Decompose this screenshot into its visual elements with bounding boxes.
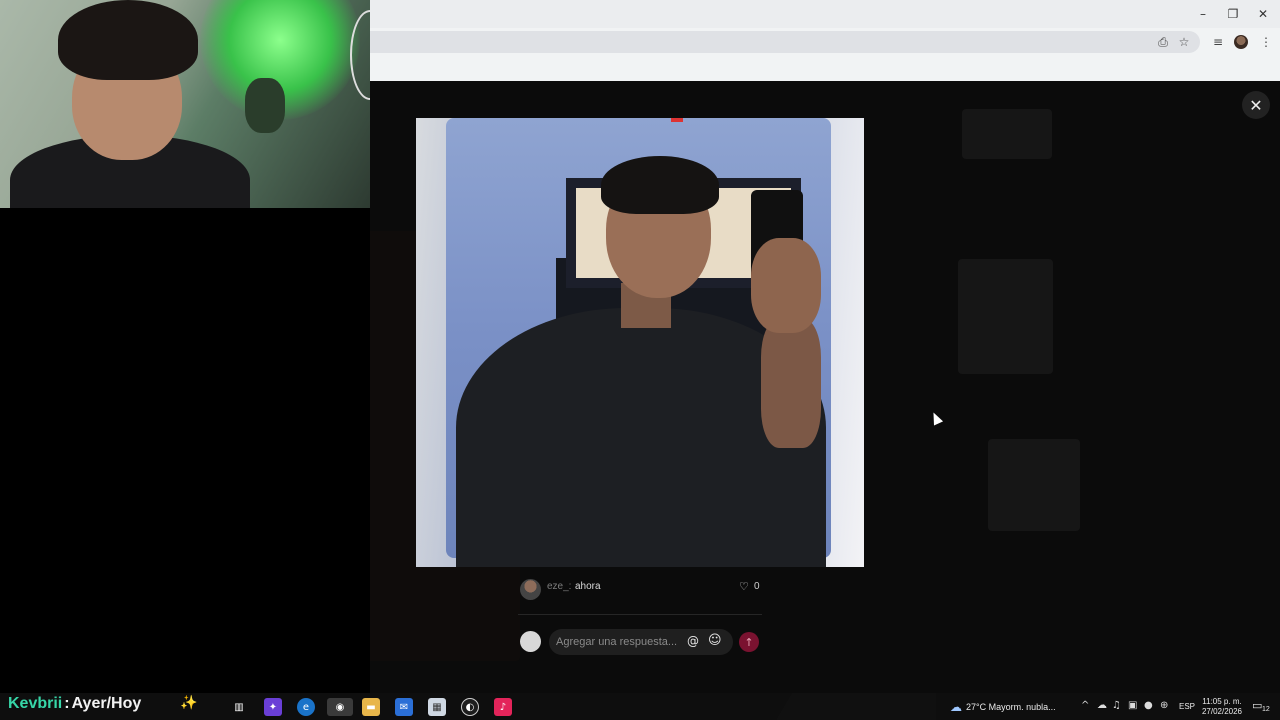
language-indicator[interactable]: ESP [1179,702,1195,711]
close-window-button[interactable]: ✕ [1248,4,1278,24]
kebab-menu-icon[interactable]: ⋮ [1258,34,1274,50]
browser-chrome: – ❐ ✕ ⎙ ☆ ≡ ⋮ [370,0,1280,81]
address-bar[interactable] [370,31,1200,53]
weather-text: 27°C Mayorm. nubla... [966,702,1056,712]
story-photo [416,118,864,567]
left-black-area [0,208,370,693]
like-count: 0 [754,581,760,592]
bg-thumbnail [958,259,1053,374]
background-figure [245,78,285,133]
edge-icon[interactable]: e [297,698,315,716]
store-icon[interactable]: ▦ [428,698,446,716]
clock-date: 27/02/2026 [1201,707,1243,716]
titlebar: – ❐ ✕ [370,0,1280,28]
cloud-icon: ☁ [950,700,962,714]
mention-icon[interactable]: @ [687,634,699,648]
clock[interactable]: 11:05 p. m. 27/02/2026 [1200,697,1244,717]
copilot-icon[interactable]: ✦ [264,698,282,716]
reply-input[interactable] [549,629,733,655]
outlook-icon[interactable]: ✉ [395,698,413,716]
weather-widget[interactable]: ☁ 27°C Mayorm. nubla... [950,700,1056,714]
streamer-hair [58,0,198,80]
send-button[interactable]: ↑ [739,632,759,652]
profile-avatar[interactable] [1234,35,1248,49]
obs-icon[interactable]: ◐ [461,698,479,716]
task-view-icon[interactable]: ▥ [230,698,248,716]
webcam-feed [0,0,370,208]
stream-title: Ayer/Hoy [71,695,142,712]
stream-title-overlay: Kevbrii : Ayer/Hoy [8,694,141,714]
post-time: ahora [575,581,601,592]
divider [518,614,762,615]
clock-time: 11:05 p. m. [1202,697,1242,706]
minimize-button[interactable]: – [1188,4,1218,24]
tiktok-icon[interactable]: ♪ [494,698,512,716]
notification-count: 12 [1262,706,1270,713]
close-modal-button[interactable]: ✕ [1242,91,1270,119]
star-icon[interactable]: ☆ [1176,34,1192,50]
chevron-up-icon[interactable]: ^ [1081,700,1089,711]
subject-hand [751,238,821,333]
cloud-sync-icon[interactable]: ☁ [1097,700,1107,711]
sparkle-icon: ✨ [180,695,198,711]
author-name[interactable]: eze_: [547,581,571,592]
network-icon[interactable]: ⊕ [1160,700,1168,711]
chrome-icon[interactable]: ◉ [327,698,353,716]
media-icon[interactable]: ≡ [1210,34,1226,50]
emoji-icon[interactable]: ☺ [708,633,722,648]
stream-separator: : [64,695,70,712]
story-meta: eze_: ahora ♡ 0 [520,578,762,600]
heart-icon[interactable]: ♡ [739,580,749,593]
bg-thumbnail [988,439,1080,531]
file-explorer-icon[interactable]: ▬ [362,698,380,716]
bg-thumbnail [962,109,1052,159]
camera-icon[interactable]: ▣ [1128,700,1137,711]
microphone-icon[interactable]: ● [1144,700,1153,711]
reply-row: @ ☺ ↑ [520,629,762,655]
install-icon[interactable]: ⎙ [1155,34,1171,50]
restore-button[interactable]: ❐ [1218,4,1248,24]
notification-icon[interactable]: ▭ [1252,699,1262,712]
streamer-name: Kevbrii [8,695,63,712]
author-avatar[interactable] [520,579,541,600]
subject-hair [601,156,719,214]
my-avatar [520,631,541,652]
volume-icon[interactable]: ♫ [1112,700,1121,711]
